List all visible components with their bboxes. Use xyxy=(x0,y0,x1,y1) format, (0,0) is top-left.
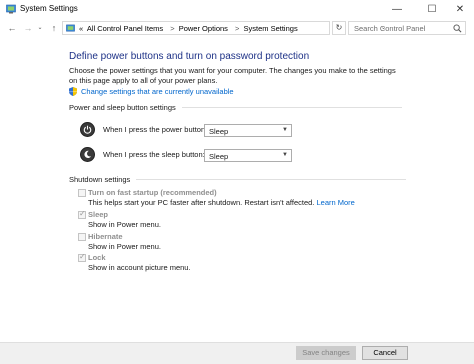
up-button[interactable]: ↑ xyxy=(48,21,60,35)
section-divider xyxy=(136,179,407,180)
control-panel-icon xyxy=(6,4,16,14)
sleep-button-select[interactable]: Sleep ▼ xyxy=(204,149,292,162)
fast-startup-description: This helps start your PC faster after sh… xyxy=(88,198,355,207)
breadcrumb-all-control-panel-items[interactable]: All Control Panel Items xyxy=(87,24,163,33)
breadcrumb-separator: > xyxy=(235,24,240,33)
back-button[interactable]: ← xyxy=(6,21,18,35)
lock-checkbox[interactable] xyxy=(78,252,86,262)
sleep-button-row: When I press the sleep button: xyxy=(80,147,205,162)
breadcrumb-overflow[interactable]: « xyxy=(79,24,83,33)
power-icon xyxy=(80,122,95,137)
search-placeholder: Search Control Panel xyxy=(354,24,426,33)
chevron-down-icon: ▼ xyxy=(282,127,288,133)
power-button-label: When I press the power button: xyxy=(103,125,208,134)
address-bar[interactable]: « All Control Panel Items > Power Option… xyxy=(62,21,386,35)
breadcrumb-system-settings[interactable]: System Settings xyxy=(244,24,298,33)
maximize-button[interactable]: ☐ xyxy=(418,0,446,18)
hibernate-label: Hibernate xyxy=(88,232,123,241)
refresh-button[interactable]: ↻ xyxy=(332,21,346,35)
breadcrumb-separator: > xyxy=(170,24,175,33)
sleep-button-label: When I press the sleep button: xyxy=(103,150,205,159)
lock-description: Show in account picture menu. xyxy=(88,263,191,272)
close-button[interactable]: ✕ xyxy=(446,0,474,18)
search-icon xyxy=(453,24,462,33)
hibernate-description: Show in Power menu. xyxy=(88,242,161,251)
lock-label: Lock xyxy=(88,253,106,262)
sleep-description: Show in Power menu. xyxy=(88,220,161,229)
fast-startup-label: Turn on fast startup (recommended) xyxy=(88,188,217,197)
chevron-down-icon: ▼ xyxy=(282,152,288,158)
shutdown-section-title: Shutdown settings xyxy=(69,175,407,184)
window-title: System Settings xyxy=(20,4,78,13)
fast-startup-checkbox[interactable] xyxy=(78,189,86,197)
search-input[interactable]: Search Control Panel xyxy=(348,21,466,35)
power-section-label: Power and sleep button settings xyxy=(69,103,176,112)
power-button-select[interactable]: Sleep ▼ xyxy=(204,124,292,137)
navigation-bar: ← → ⌄ ↑ « All Control Panel Items > Powe… xyxy=(0,18,474,38)
fast-startup-description-text: This helps start your PC faster after sh… xyxy=(88,198,315,207)
learn-more-link[interactable]: Learn More xyxy=(317,198,355,207)
section-divider xyxy=(181,107,402,108)
sleep-label: Sleep xyxy=(88,210,109,219)
cancel-button[interactable]: Cancel xyxy=(362,346,408,360)
breadcrumb: « All Control Panel Items > Power Option… xyxy=(79,24,300,33)
sleep-checkbox[interactable] xyxy=(78,209,86,219)
hibernate-checkbox[interactable] xyxy=(78,233,86,241)
title-bar: System Settings — ☐ ✕ xyxy=(0,0,474,18)
breadcrumb-power-options[interactable]: Power Options xyxy=(179,24,228,33)
change-settings-link-text[interactable]: Change settings that are currently unava… xyxy=(81,87,234,96)
shutdown-section-label: Shutdown settings xyxy=(69,175,131,184)
power-button-row: When I press the power button: xyxy=(80,122,207,137)
page-title: Define power buttons and turn on passwor… xyxy=(69,51,310,62)
footer-bar: Save changes Cancel xyxy=(0,342,474,364)
save-changes-button[interactable]: Save changes xyxy=(296,346,356,360)
page-description: Choose the power settings that you want … xyxy=(69,66,396,85)
uac-shield-icon xyxy=(69,87,77,96)
minimize-button[interactable]: — xyxy=(383,0,411,18)
sleep-button-value: Sleep xyxy=(209,152,229,161)
sleep-icon xyxy=(80,147,95,162)
control-panel-icon xyxy=(66,24,75,32)
change-settings-link[interactable]: Change settings that are currently unava… xyxy=(69,87,234,96)
recent-locations-button[interactable]: ⌄ xyxy=(36,21,44,35)
power-section-title: Power and sleep button settings xyxy=(69,103,402,112)
forward-button[interactable]: → xyxy=(22,21,34,35)
power-button-value: Sleep xyxy=(209,127,229,136)
